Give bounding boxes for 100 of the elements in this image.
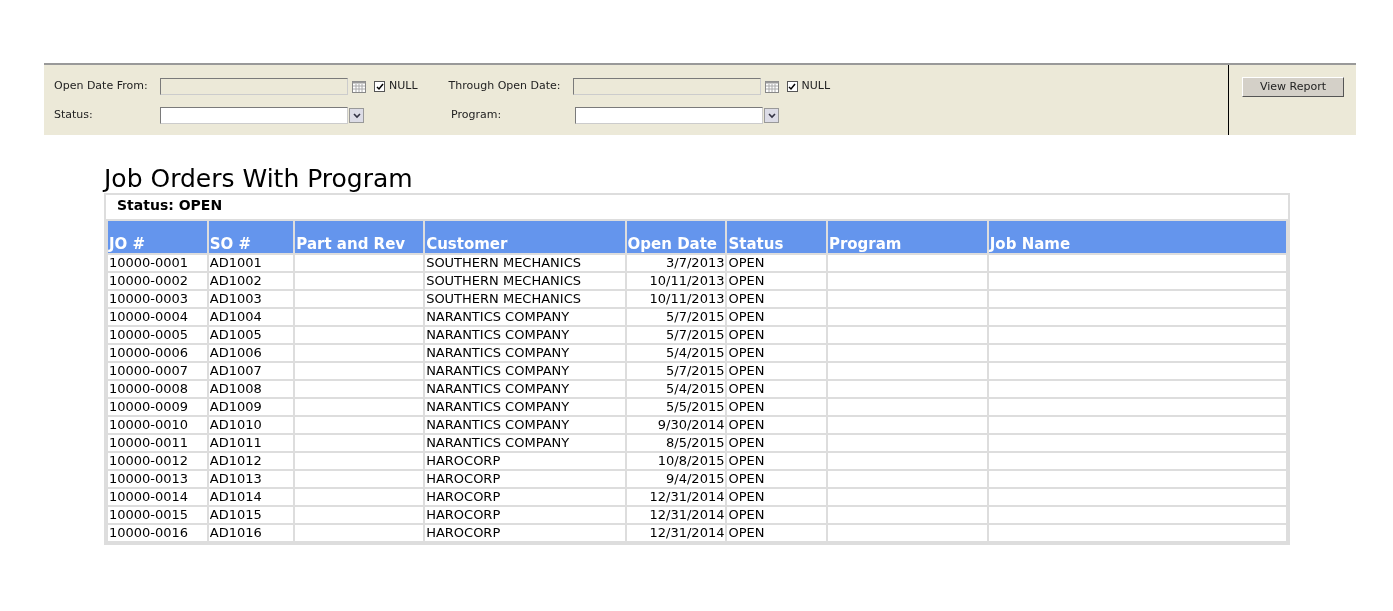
report-subtitle: Status: OPEN <box>116 196 224 215</box>
table-cell: AD1010 <box>207 416 295 434</box>
table-cell: OPEN <box>726 272 827 290</box>
table-cell: 10000-0011 <box>107 434 208 452</box>
table-cell: HAROCORP <box>424 524 626 542</box>
table-cell: 10000-0013 <box>107 470 208 488</box>
table-cell: NARANTICS COMPANY <box>424 434 626 452</box>
table-cell: 3/7/2013 <box>625 254 727 272</box>
table-cell: OPEN <box>726 380 827 398</box>
column-header: Open Date <box>625 236 727 254</box>
table-cell: NARANTICS COMPANY <box>424 416 626 434</box>
table-cell: OPEN <box>726 488 827 506</box>
table-cell: 10000-0014 <box>107 488 208 506</box>
table-cell: NARANTICS COMPANY <box>424 380 626 398</box>
table-cell: OPEN <box>726 290 827 308</box>
table-cell: 12/31/2014 <box>625 524 727 542</box>
table-cell: 10000-0001 <box>107 254 208 272</box>
table-cell: 8/5/2015 <box>625 434 727 452</box>
table-cell: 10000-0015 <box>107 506 208 524</box>
table-cell: 5/5/2015 <box>625 398 727 416</box>
null-label: NULL <box>801 78 831 95</box>
table-cell: 10000-0003 <box>107 290 208 308</box>
table-cell: NARANTICS COMPANY <box>424 362 626 380</box>
table-cell: OPEN <box>726 308 827 326</box>
table-cell: 10000-0006 <box>107 344 208 362</box>
checkmark-icon <box>788 82 797 91</box>
table-cell: 10000-0002 <box>107 272 208 290</box>
table-cell: AD1008 <box>207 380 295 398</box>
column-header: JO # <box>107 236 208 254</box>
table-cell: AD1014 <box>207 488 295 506</box>
table-cell: OPEN <box>726 416 827 434</box>
table-cell: 12/31/2014 <box>625 506 727 524</box>
column-header: Job Name <box>987 236 1287 254</box>
table-cell: SOUTHERN MECHANICS <box>424 272 626 290</box>
field-label: Through Open Date: <box>448 78 562 95</box>
table-cell: 5/7/2015 <box>625 362 727 380</box>
table-cell: HAROCORP <box>424 488 626 506</box>
field-label: Program: <box>451 107 503 124</box>
table-cell: AD1007 <box>207 362 295 380</box>
table-cell: NARANTICS COMPANY <box>424 308 626 326</box>
column-header: SO # <box>207 236 295 254</box>
table-cell: AD1013 <box>207 470 295 488</box>
date-field[interactable] <box>160 78 348 95</box>
table-cell: OPEN <box>726 344 827 362</box>
table-cell: AD1012 <box>207 452 295 470</box>
dropdown-field[interactable] <box>575 107 763 124</box>
table-cell: OPEN <box>726 326 827 344</box>
table-cell: 10000-0005 <box>107 326 208 344</box>
table-cell: OPEN <box>726 398 827 416</box>
table-cell: 10000-0010 <box>107 416 208 434</box>
table-cell: HAROCORP <box>424 470 626 488</box>
table-cell: 5/7/2015 <box>625 326 727 344</box>
table-cell: AD1006 <box>207 344 295 362</box>
table-cell: 10000-0016 <box>107 524 208 542</box>
date-field[interactable] <box>572 78 761 95</box>
column-header: Part and Rev <box>294 236 425 254</box>
table-cell: NARANTICS COMPANY <box>424 398 626 416</box>
table-cell: 9/4/2015 <box>625 470 727 488</box>
table-cell: HAROCORP <box>424 452 626 470</box>
table-cell: AD1004 <box>207 308 295 326</box>
table-cell: AD1009 <box>207 398 295 416</box>
calendar-icon[interactable] <box>764 80 779 93</box>
table-cell: 5/7/2015 <box>625 308 727 326</box>
table-cell: SOUTHERN MECHANICS <box>424 254 626 272</box>
dropdown-caret-icon[interactable] <box>349 108 364 123</box>
field-label: Status: <box>54 107 94 124</box>
table-cell: 10/11/2013 <box>625 290 727 308</box>
dropdown-caret-icon[interactable] <box>764 108 779 123</box>
table-cell: AD1016 <box>207 524 295 542</box>
view-report-button[interactable]: View Report <box>1242 77 1344 97</box>
table-cell: OPEN <box>726 524 827 542</box>
table-cell: OPEN <box>726 470 827 488</box>
table-cell: 10000-0012 <box>107 452 208 470</box>
dropdown-field[interactable] <box>160 107 348 124</box>
table-cell: AD1005 <box>207 326 295 344</box>
table-cell: 10000-0004 <box>107 308 208 326</box>
table-cell: 10/11/2013 <box>625 272 727 290</box>
column-header: Program <box>826 236 988 254</box>
table-cell: OPEN <box>726 434 827 452</box>
table-cell: AD1002 <box>207 272 295 290</box>
table-cell: HAROCORP <box>424 506 626 524</box>
calendar-icon[interactable] <box>352 80 366 93</box>
checkmark-icon <box>375 82 384 91</box>
table-cell: OPEN <box>726 506 827 524</box>
table-cell: AD1003 <box>207 290 295 308</box>
report-title: Job Orders With Program <box>104 165 414 193</box>
field-label: Open Date From: <box>54 78 149 95</box>
table-cell: SOUTHERN MECHANICS <box>424 290 626 308</box>
table-cell: AD1015 <box>207 506 295 524</box>
table-cell: OPEN <box>726 362 827 380</box>
table-cell: 12/31/2014 <box>625 488 727 506</box>
table-cell: OPEN <box>726 452 827 470</box>
column-header: Status <box>726 236 827 254</box>
table-cell: 10/8/2015 <box>625 452 727 470</box>
table-cell: 10000-0008 <box>107 380 208 398</box>
table-cell: 5/4/2015 <box>625 380 727 398</box>
null-checkbox[interactable] <box>786 81 798 92</box>
column-header: Customer <box>424 236 626 254</box>
null-checkbox[interactable] <box>374 81 385 92</box>
table-cell: 5/4/2015 <box>625 344 727 362</box>
